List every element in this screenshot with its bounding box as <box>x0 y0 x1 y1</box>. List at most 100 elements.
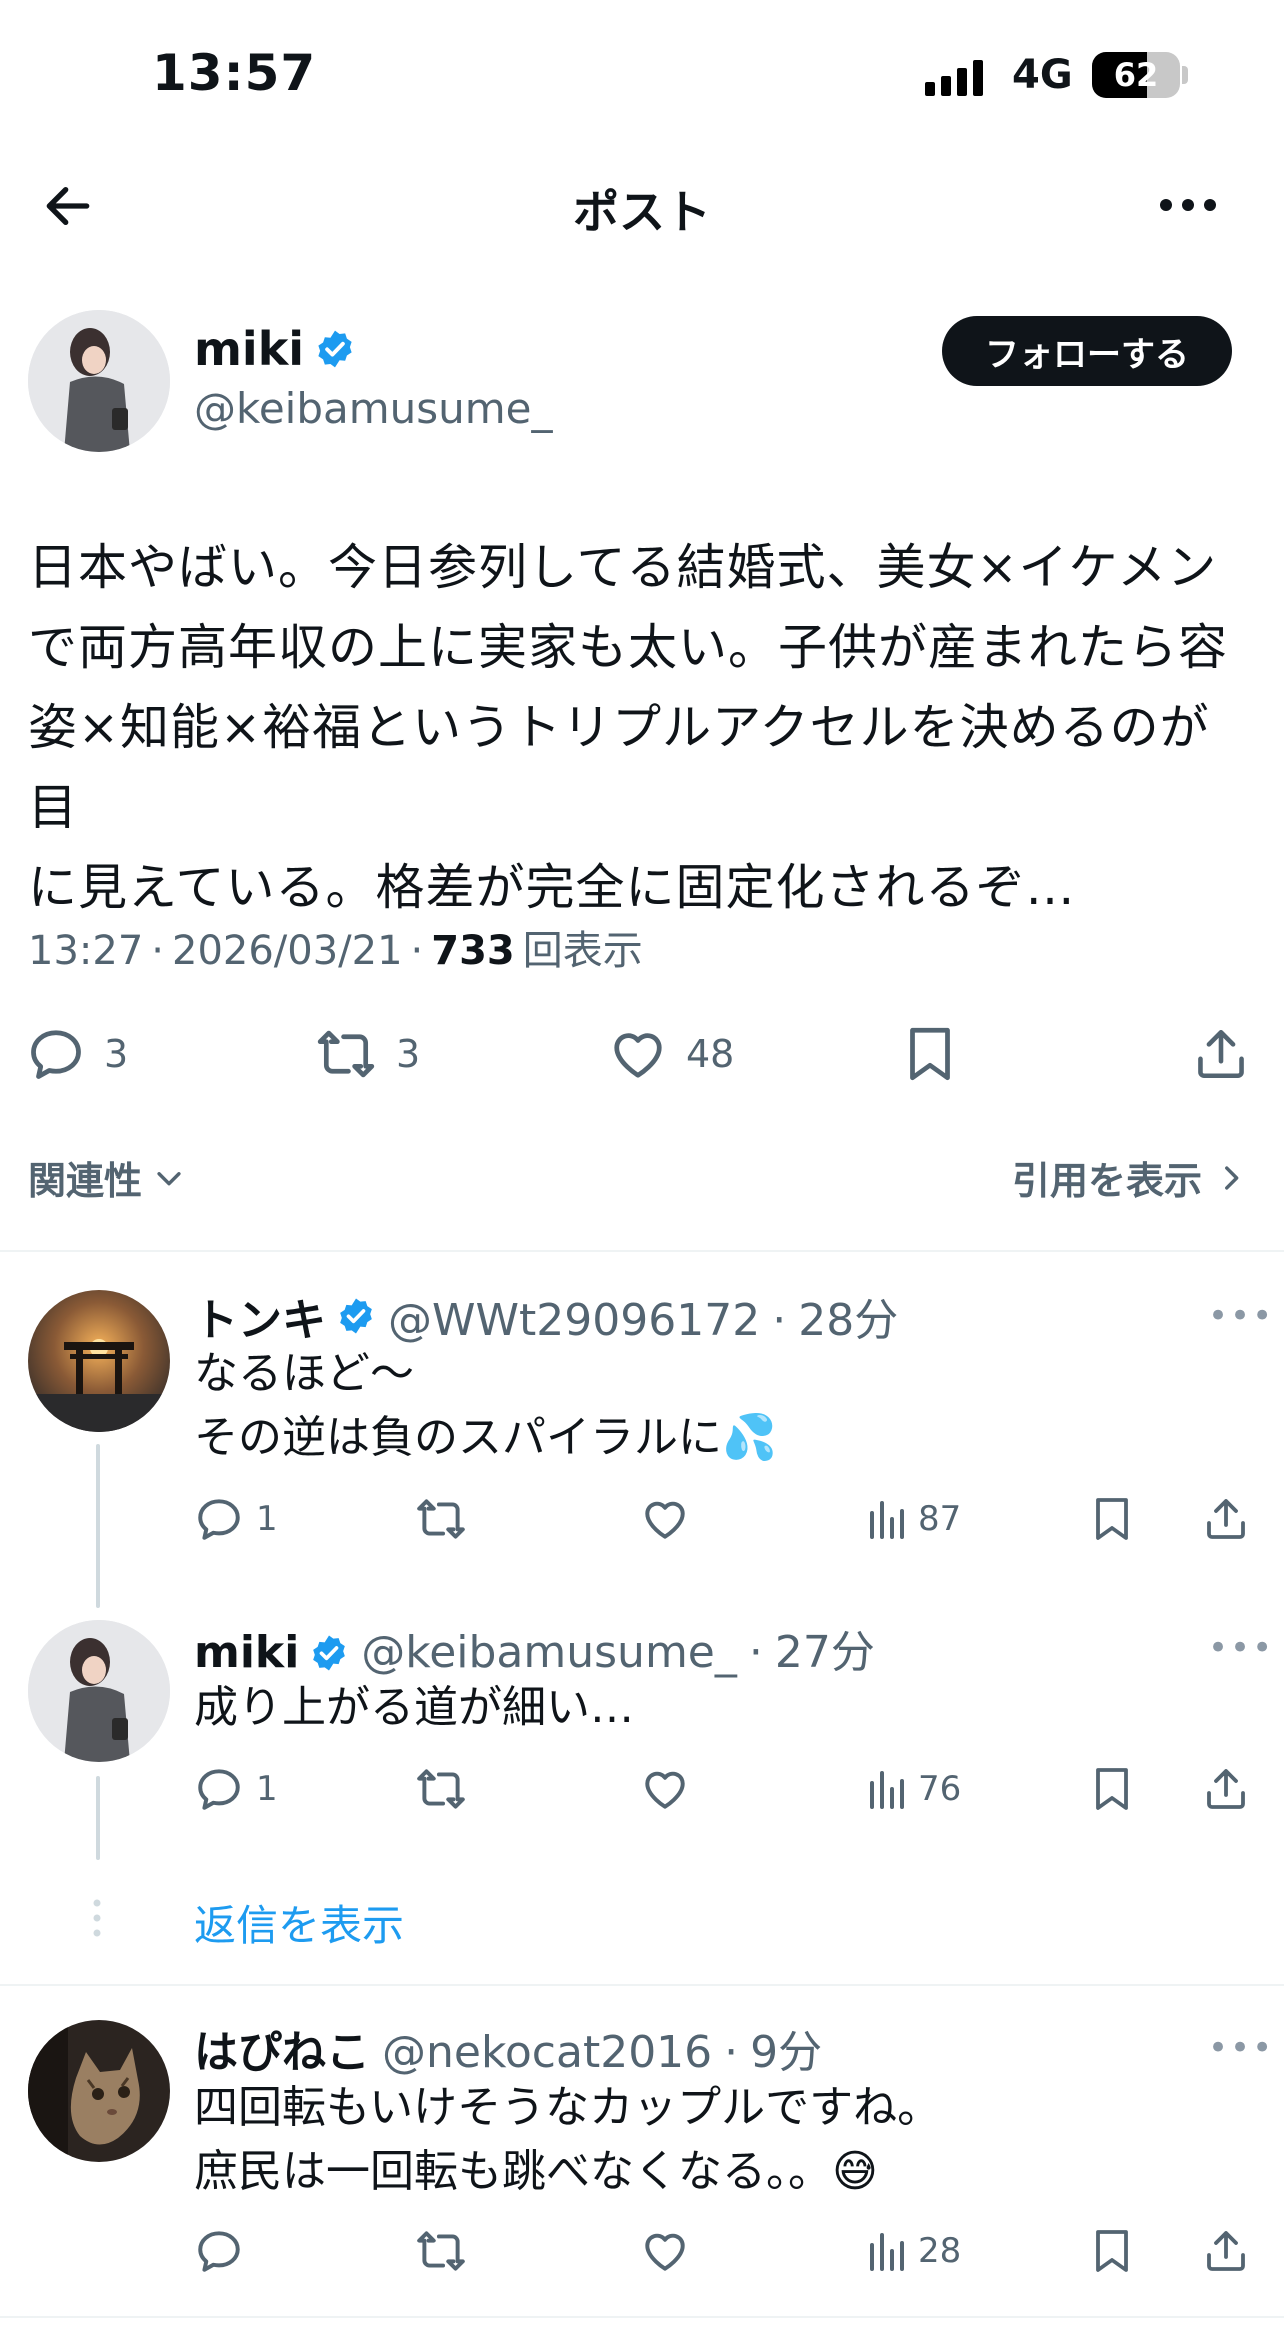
reply-time: 9分 <box>750 2027 823 2078</box>
views-label: 回表示 <box>522 928 643 974</box>
page-title: ポスト <box>573 185 711 239</box>
post-views[interactable]: 733 <box>431 928 515 974</box>
author-name[interactable]: miki <box>194 322 356 376</box>
views-button[interactable]: 87 <box>866 1494 961 1544</box>
author-handle[interactable]: @keibamusume_ <box>194 384 553 433</box>
more-options-icon[interactable]: ••• <box>1208 1296 1274 1336</box>
bookmark-button[interactable] <box>1090 1764 1134 1814</box>
repost-icon <box>414 2226 468 2276</box>
reply-author[interactable]: はぴねこ <box>194 2016 370 2080</box>
divider <box>0 2316 1284 2318</box>
repost-icon <box>414 1494 468 1544</box>
reply-handle[interactable]: @nekocat2016 <box>382 2027 712 2078</box>
repost-button[interactable] <box>414 2226 468 2276</box>
reply-button[interactable]: 3 <box>26 1024 128 1084</box>
reply-author[interactable]: トンキ <box>194 1284 376 1348</box>
reply-handle[interactable]: @WWt29096172 <box>388 1295 760 1346</box>
bookmark-icon <box>1090 1764 1134 1814</box>
repost-button[interactable] <box>414 1494 468 1544</box>
reply-header: はぴねこ @nekocat2016 · 9分 <box>194 2016 822 2080</box>
status-time: 13:57 <box>152 44 317 102</box>
reply-button[interactable]: 1 <box>194 1494 278 1544</box>
repost-button[interactable] <box>414 1764 468 1814</box>
reply-button[interactable] <box>194 2226 256 2276</box>
view-count: 87 <box>918 1499 962 1539</box>
reply-text: なるほど〜 その逆は負のスパイラルに💦 <box>194 1342 777 1470</box>
reply-text-line: その逆は負のスパイラルに💦 <box>194 1406 777 1470</box>
post-text-line: 日本やばい。今日参列してる結婚式、美女×イケメン <box>28 539 1218 596</box>
post-text-line: に見えている。格差が完全に固定化されるぞ… <box>28 859 1076 916</box>
grinning-sweat-emoji: 😅 <box>832 2146 878 2197</box>
reply-time: 28分 <box>798 1295 899 1346</box>
share-button[interactable] <box>1202 1494 1250 1544</box>
reply-header: miki @keibamusume_ · 27分 <box>194 1616 875 1680</box>
verified-badge-icon <box>309 1633 349 1673</box>
post-meta: 13:27 · 2026/03/21 · 733 回表示 <box>28 918 643 976</box>
reply-handle[interactable]: @keibamusume_ <box>361 1627 737 1678</box>
network-type: 4G <box>1012 52 1073 98</box>
reply-author[interactable]: miki <box>194 1627 349 1678</box>
reply-text: 四回転もいけそうなカップルですね。 庶民は一回転も跳べなくなる。。😅 <box>194 2076 941 2204</box>
repost-button[interactable]: 3 <box>314 1024 420 1084</box>
reply-header: トンキ @WWt29096172 · 28分 <box>194 1284 898 1348</box>
reply-avatar[interactable] <box>28 2020 170 2162</box>
analytics-icon <box>866 1494 906 1544</box>
view-count: 28 <box>918 2231 962 2271</box>
author-avatar[interactable] <box>28 310 170 452</box>
bookmark-icon <box>1090 1494 1134 1544</box>
divider <box>0 1984 1284 1986</box>
reply-count: 3 <box>104 1032 129 1076</box>
reply-author-name: はぴねこ <box>194 2027 370 2078</box>
like-button[interactable] <box>640 2226 690 2276</box>
reply-text-line: 庶民は一回転も跳べなくなる。。😅 <box>194 2140 941 2204</box>
more-options-icon[interactable]: ••• <box>1208 2028 1274 2068</box>
reply-text-segment: 庶民は一回転も跳べなくなる。。 <box>194 2146 832 2197</box>
chevron-down-icon <box>152 1161 186 1195</box>
reply-button[interactable]: 1 <box>194 1764 278 1814</box>
repost-icon <box>314 1024 378 1084</box>
like-button[interactable] <box>640 1764 690 1814</box>
view-count: 76 <box>918 1769 962 1809</box>
repost-count: 3 <box>396 1032 421 1076</box>
bookmark-button[interactable] <box>1090 1494 1134 1544</box>
post-text: 日本やばい。今日参列してる結婚式、美女×イケメン で両方高年収の上に実家も太い。… <box>28 528 1258 928</box>
bookmark-button[interactable] <box>1090 2226 1134 2276</box>
meta-separator: · <box>410 928 424 974</box>
heart-icon <box>640 2226 690 2276</box>
reply-avatar[interactable] <box>28 1620 170 1762</box>
quotes-label: 引用を表示 <box>1012 1159 1203 1203</box>
battery-level: 62 <box>1113 56 1159 94</box>
bookmark-button[interactable] <box>902 1024 958 1084</box>
repost-icon <box>414 1764 468 1814</box>
share-button[interactable] <box>1202 1764 1250 1814</box>
like-button[interactable]: 48 <box>608 1024 734 1084</box>
signal-icon <box>925 56 983 96</box>
more-options-icon[interactable] <box>1158 194 1218 216</box>
meta-separator: · <box>151 928 164 974</box>
sort-relevance-dropdown[interactable]: 関連性 <box>28 1150 186 1205</box>
views-button[interactable]: 76 <box>866 1764 961 1814</box>
sort-label: 関連性 <box>28 1159 143 1203</box>
bookmark-icon <box>902 1024 958 1084</box>
share-button[interactable] <box>1202 2226 1250 2276</box>
author-name-text: miki <box>194 322 305 376</box>
meta-separator: · <box>772 1295 787 1346</box>
post-date: 2026/03/21 <box>172 928 403 974</box>
divider <box>0 1250 1284 1252</box>
reply-avatar[interactable] <box>28 1290 170 1432</box>
verified-badge-icon <box>314 328 356 370</box>
views-button[interactable]: 28 <box>866 2226 961 2276</box>
reply-icon <box>194 1764 244 1814</box>
meta-separator: · <box>748 1627 763 1678</box>
share-icon <box>1202 2226 1250 2276</box>
more-options-icon[interactable]: ••• <box>1208 1628 1274 1668</box>
show-replies-link[interactable]: 返信を表示 <box>194 1892 404 1953</box>
view-quotes-link[interactable]: 引用を表示 <box>1012 1150 1246 1205</box>
follow-button[interactable]: フォローする <box>942 316 1232 386</box>
reply-text-line: なるほど〜 <box>194 1348 414 1399</box>
share-icon <box>1202 1764 1250 1814</box>
meta-separator: · <box>724 2027 739 2078</box>
heart-icon <box>640 1494 690 1544</box>
like-button[interactable] <box>640 1494 690 1544</box>
share-button[interactable] <box>1192 1024 1250 1084</box>
